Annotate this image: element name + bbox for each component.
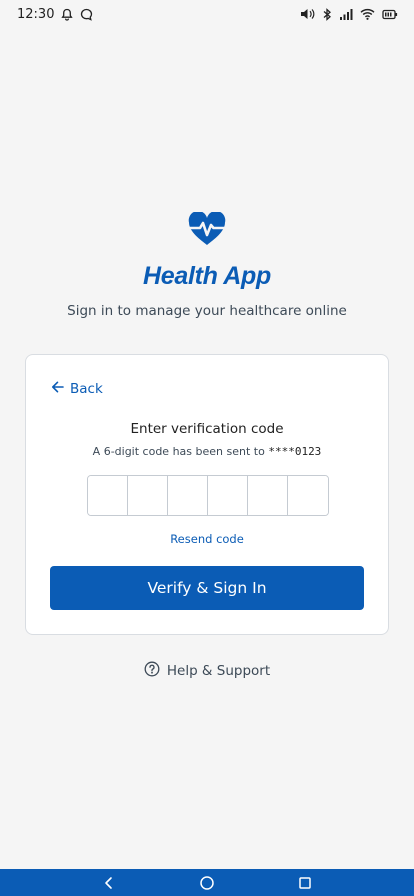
otp-digit-4[interactable] bbox=[208, 476, 248, 515]
wifi-icon bbox=[360, 8, 375, 20]
signal-icon bbox=[339, 8, 353, 20]
recents-nav-icon[interactable] bbox=[285, 869, 325, 896]
info-text: A 6-digit code has been sent to bbox=[92, 445, 265, 458]
otp-digit-3[interactable] bbox=[168, 476, 208, 515]
verification-card: Back Enter verification code A 6-digit c… bbox=[25, 354, 389, 635]
verify-sign-in-button[interactable]: Verify & Sign In bbox=[50, 566, 364, 610]
system-nav-bar bbox=[0, 869, 414, 896]
bluetooth-icon bbox=[322, 7, 332, 21]
back-button[interactable]: Back bbox=[51, 381, 103, 397]
battery-icon bbox=[382, 9, 398, 20]
resend-code-link[interactable]: Resend code bbox=[26, 532, 388, 546]
app-title: Health App bbox=[142, 262, 272, 290]
status-left: 12:30 bbox=[17, 7, 93, 22]
otp-digit-2[interactable] bbox=[128, 476, 168, 515]
bell-icon bbox=[61, 8, 74, 21]
help-support-link[interactable]: Help & Support bbox=[0, 661, 414, 681]
verification-info: A 6-digit code has been sent to ****0123 bbox=[26, 445, 388, 458]
otp-digit-5[interactable] bbox=[248, 476, 288, 515]
arrow-left-icon bbox=[51, 381, 64, 397]
verification-heading: Enter verification code bbox=[130, 421, 284, 437]
otp-digit-1[interactable] bbox=[88, 476, 128, 515]
app-subtitle: Sign in to manage your healthcare online bbox=[67, 303, 347, 319]
status-bar: 12:30 bbox=[0, 0, 414, 28]
masked-phone-number: ****0123 bbox=[268, 445, 322, 458]
help-label: Help & Support bbox=[166, 663, 271, 679]
help-circle-icon bbox=[144, 661, 160, 681]
volume-icon bbox=[300, 8, 315, 20]
back-label: Back bbox=[70, 381, 103, 397]
heart-pulse-icon bbox=[187, 210, 227, 250]
home-nav-icon[interactable] bbox=[187, 869, 227, 896]
chat-bubble-icon bbox=[80, 8, 93, 21]
back-nav-icon[interactable] bbox=[89, 869, 129, 896]
otp-input-group bbox=[87, 475, 329, 516]
logo bbox=[0, 210, 414, 250]
status-right bbox=[300, 7, 398, 21]
status-time: 12:30 bbox=[17, 6, 55, 22]
otp-digit-6[interactable] bbox=[288, 476, 328, 515]
